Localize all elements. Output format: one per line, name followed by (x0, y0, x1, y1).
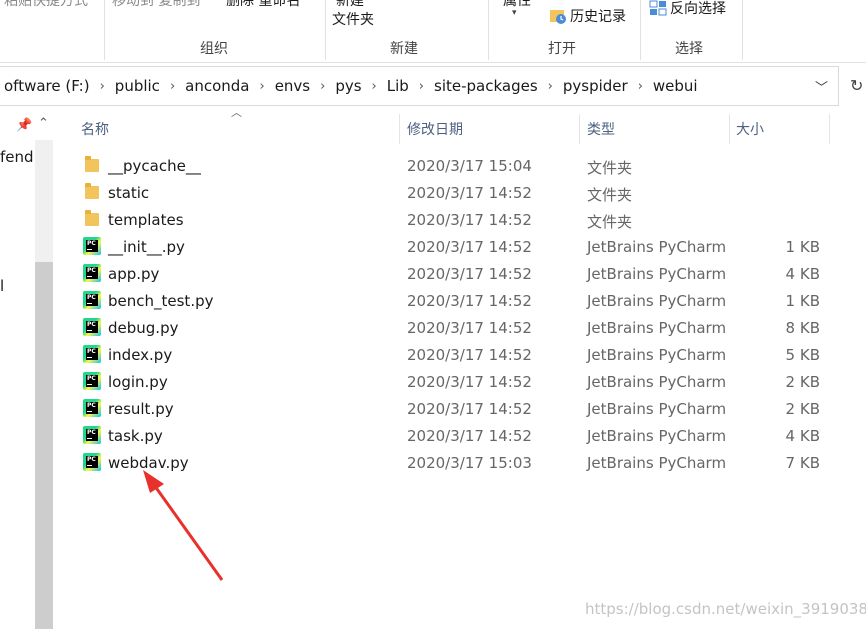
watermark: https://blog.csdn.net/weixin_39190382 (585, 600, 866, 618)
annotation-arrow (143, 470, 224, 581)
